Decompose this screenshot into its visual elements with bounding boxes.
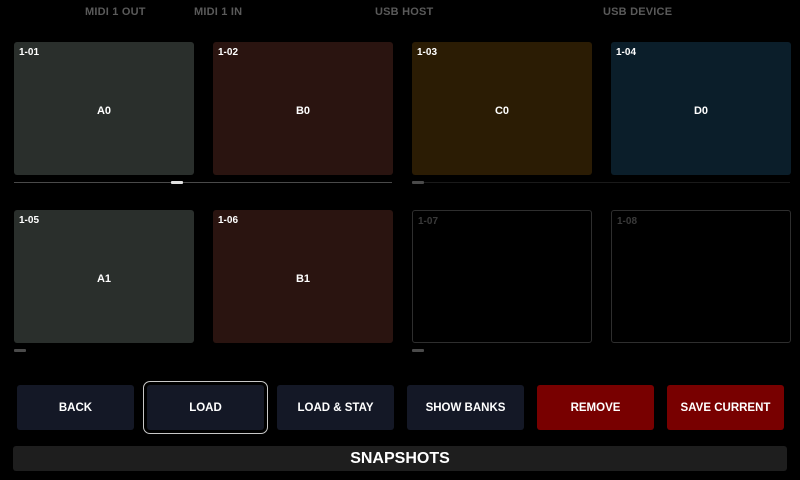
scroll-track-usb[interactable] [412, 182, 790, 183]
snapshot-name: D0 [693, 105, 709, 117]
scroll-thumb-row2-midi[interactable] [14, 349, 26, 352]
snapshot-slot-1-06[interactable]: 1-06 B1 [213, 210, 393, 343]
snapshot-slot-1-02[interactable]: 1-02 B0 [213, 42, 393, 175]
page-title: SNAPSHOTS [13, 446, 787, 471]
port-label-usb-device: USB DEVICE [603, 6, 673, 18]
scroll-thumb-midi[interactable] [171, 181, 183, 184]
snapshot-number: 1-05 [19, 215, 40, 226]
scroll-thumb-row2-usb[interactable] [412, 349, 424, 352]
show-banks-button[interactable]: SHOW BANKS [407, 385, 524, 430]
snapshot-number: 1-03 [417, 47, 438, 58]
snapshot-slot-1-03[interactable]: 1-03 C0 [412, 42, 592, 175]
snapshot-name: A0 [96, 105, 112, 117]
remove-button[interactable]: REMOVE [537, 385, 654, 430]
port-label-midi1-in: MIDI 1 IN [194, 6, 243, 18]
snapshot-number: 1-06 [218, 215, 239, 226]
snapshot-name: A1 [96, 273, 112, 285]
snapshot-slot-1-08[interactable]: 1-08 [611, 210, 791, 343]
snapshot-number: 1-02 [218, 47, 239, 58]
snapshot-name: B0 [295, 105, 311, 117]
port-label-usb-host: USB HOST [375, 6, 434, 18]
port-label-midi1-out: MIDI 1 OUT [85, 6, 146, 18]
snapshot-slot-1-04[interactable]: 1-04 D0 [611, 42, 791, 175]
load-stay-button[interactable]: LOAD & STAY [277, 385, 394, 430]
back-button[interactable]: BACK [17, 385, 134, 430]
snapshot-slot-1-05[interactable]: 1-05 A1 [14, 210, 194, 343]
snapshot-number: 1-01 [19, 47, 40, 58]
save-current-button[interactable]: SAVE CURRENT [667, 385, 784, 430]
scroll-track-midi[interactable] [14, 182, 392, 183]
snapshot-number: 1-04 [616, 47, 637, 58]
load-button[interactable]: LOAD [143, 381, 268, 434]
scroll-thumb-usb[interactable] [412, 181, 424, 184]
snapshot-slot-1-07[interactable]: 1-07 [412, 210, 592, 343]
snapshot-number: 1-08 [617, 216, 638, 227]
snapshot-slot-1-01[interactable]: 1-01 A0 [14, 42, 194, 175]
snapshot-number: 1-07 [418, 216, 439, 227]
snapshot-name: B1 [295, 273, 311, 285]
snapshot-name: C0 [494, 105, 510, 117]
